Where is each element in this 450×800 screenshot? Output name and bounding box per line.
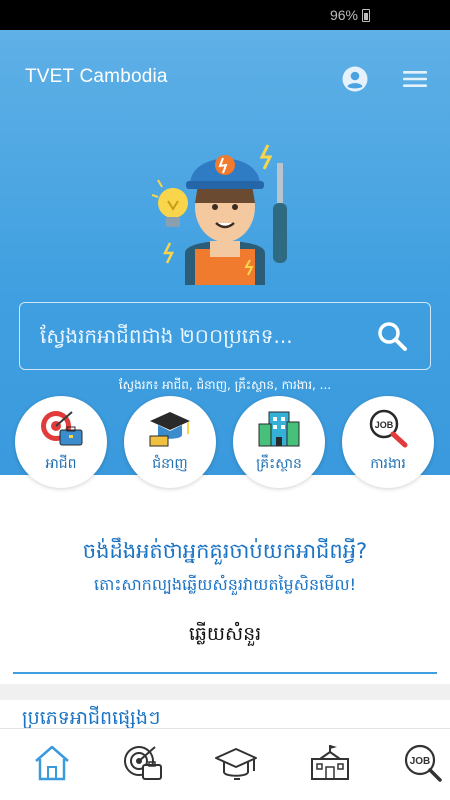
graduation-cap-icon[interactable] <box>214 741 258 785</box>
category-institution-label: គ្រឹះស្ថាន <box>256 456 302 472</box>
category-row: អាជីព ជំនាញ គ្រឹះស្ថាន JOB ការងារ <box>0 396 450 506</box>
category-job-label: ការងារ <box>370 456 406 472</box>
category-skill-label: ជំនាញ <box>152 456 188 472</box>
divider <box>13 672 437 674</box>
app-title: TVET Cambodia <box>25 66 168 87</box>
search-hint: ស្វែងរក៖ អាជីព, ជំនាញ, គ្រឹះស្ថាន, ការងា… <box>118 378 332 392</box>
job-icon: JOB <box>369 409 408 448</box>
user-icon[interactable] <box>342 66 368 92</box>
category-job[interactable]: JOB ការងារ <box>342 396 434 488</box>
career-icon[interactable] <box>121 741 165 785</box>
career-icon <box>41 411 83 446</box>
search-placeholder: ស្វែងរកអាជីពជាង ២០០ប្រភេទ... <box>40 324 293 348</box>
search-icon[interactable] <box>376 320 408 352</box>
svg-text:JOB: JOB <box>410 756 431 767</box>
institution-icon <box>258 411 300 447</box>
battery-icon <box>362 8 370 22</box>
school-building-icon[interactable] <box>308 741 352 785</box>
technician-illustration <box>151 144 287 285</box>
bottom-navigation: JOB <box>0 728 450 800</box>
quiz-subtitle: តោះសាកល្បងឆ្លើយសំនួរវាយតម្លៃសិនមើល! <box>94 575 356 594</box>
answer-questions-button[interactable]: ឆ្លើយសំនួរ <box>0 622 450 650</box>
svg-text:JOB: JOB <box>375 420 394 430</box>
category-skill[interactable]: ជំនាញ <box>124 396 216 488</box>
section-separator <box>0 684 450 700</box>
category-career[interactable]: អាជីព <box>15 396 107 488</box>
skill-icon <box>149 412 190 447</box>
battery-percent: 96% <box>329 7 358 23</box>
quiz-title: ចង់ដឹងអត់ថាអ្នកគួរចាប់យកអាជីពអ្វី? <box>82 539 368 563</box>
menu-icon[interactable] <box>403 68 427 90</box>
search-input[interactable]: ស្វែងរកអាជីពជាង ២០០ប្រភេទ... <box>19 302 431 370</box>
category-institution[interactable]: គ្រឹះស្ថាន <box>233 396 325 488</box>
status-bar: 96% <box>0 0 450 30</box>
job-search-icon[interactable]: JOB <box>400 741 444 785</box>
category-career-label: អាជីព <box>45 456 77 472</box>
home-icon[interactable] <box>30 741 74 785</box>
